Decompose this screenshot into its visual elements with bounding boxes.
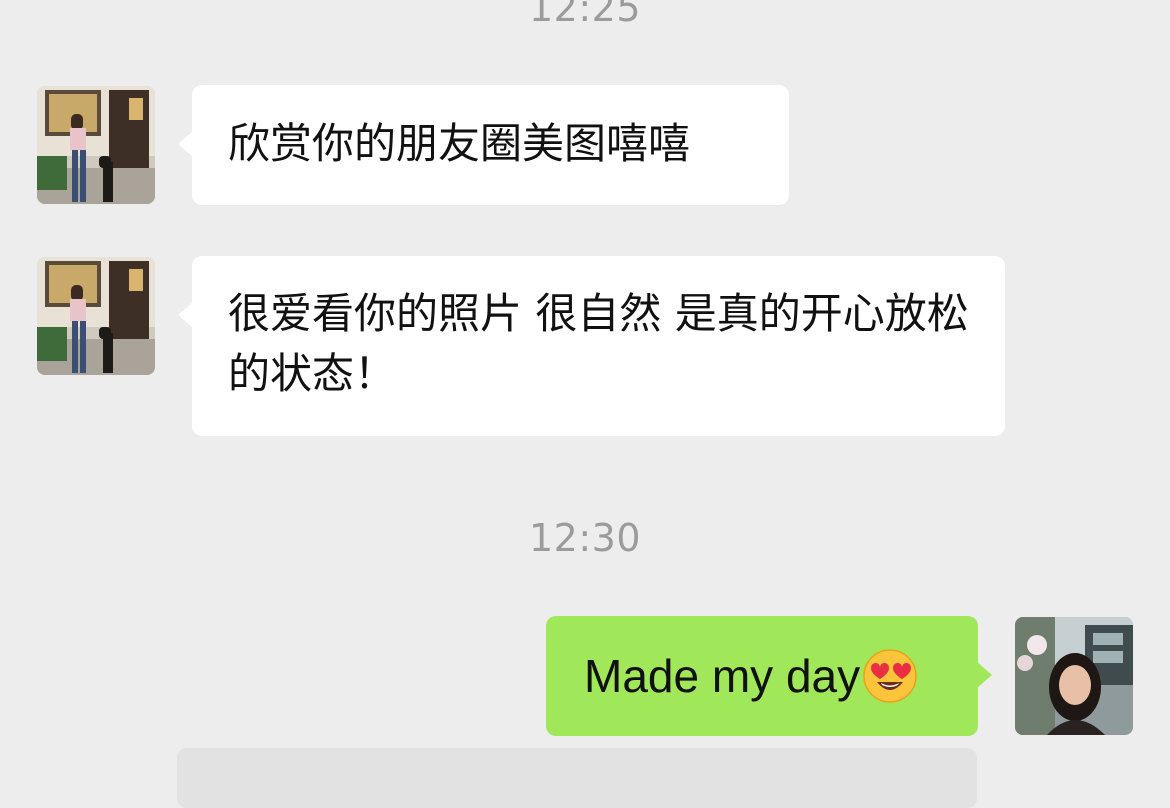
contact-avatar[interactable] — [37, 257, 155, 375]
timestamp: 12:30 — [528, 516, 641, 560]
incoming-message-bubble[interactable]: 欣赏你的朋友圈美图嘻嘻 — [178, 85, 789, 205]
message-text: 欣赏你的朋友圈美图嘻嘻 — [228, 119, 691, 168]
contact-avatar-photo-icon — [37, 86, 155, 204]
self-avatar[interactable] — [1015, 617, 1133, 735]
timestamp: 12:25 — [528, 0, 641, 30]
contact-avatar[interactable] — [37, 86, 155, 204]
incoming-message-bubble[interactable]: 很爱看你的照片 很自然 是真的开心放松的状态！ — [178, 256, 1005, 436]
message-text: Made my day — [584, 650, 861, 702]
partial-message-bubble[interactable] — [177, 748, 977, 808]
contact-avatar-photo-icon — [37, 257, 155, 375]
heart-eyes-emoji-icon — [863, 649, 917, 703]
self-avatar-photo-icon — [1015, 617, 1133, 735]
message-text: 很爱看你的照片 很自然 是真的开心放松的状态！ — [228, 289, 969, 398]
outgoing-message-bubble[interactable]: Made my day — [546, 616, 992, 736]
